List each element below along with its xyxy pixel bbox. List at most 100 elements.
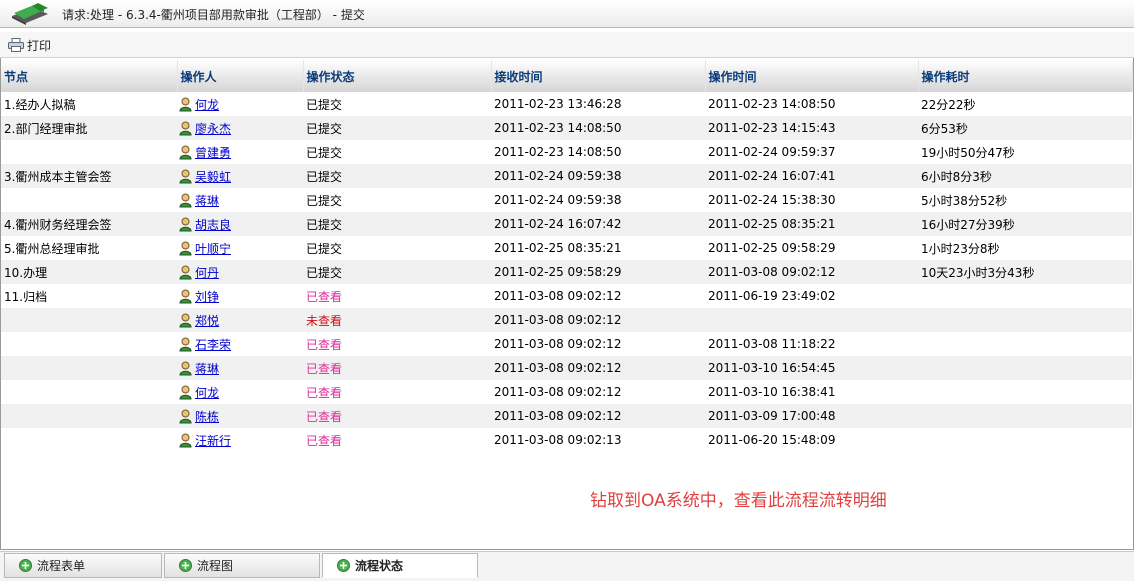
cell-operator: 吴毅虹 [177, 164, 303, 188]
book-logo-icon [12, 3, 48, 25]
column-header-duration[interactable]: 操作耗时 [918, 60, 1133, 92]
cell-operator: 胡志良 [177, 212, 303, 236]
cell-duration: 6小时8分3秒 [918, 164, 1132, 188]
column-header-received-time[interactable]: 接收时间 [491, 60, 706, 92]
cell-operation-time: 2011-02-24 16:07:41 [705, 164, 918, 188]
cell-received-time: 2011-03-08 09:02:12 [494, 385, 622, 399]
user-icon [179, 409, 192, 423]
cell-node: 2.部门经理审批 [1, 116, 177, 140]
tab-label: 流程状态 [355, 559, 404, 573]
operator-link[interactable]: 何龙 [195, 96, 219, 113]
operator-link[interactable]: 蒋琳 [195, 360, 219, 377]
cell-node [1, 140, 177, 164]
cell-node [1, 380, 177, 404]
user-icon [179, 337, 192, 351]
annotation-text: 钻取到OA系统中，查看此流程流转明细 [590, 491, 887, 511]
plus-circle-icon [179, 559, 192, 572]
tab-process-status[interactable]: 流程状态 [322, 553, 478, 578]
cell-operation-time: 2011-03-10 16:54:45 [705, 356, 918, 380]
user-icon [179, 313, 192, 327]
table-row: 2.部门经理审批 廖永杰 已提交 2011-02-23 14:08:50 2011-02… [1, 116, 1132, 140]
cell-operator: 蒋琳 [177, 188, 303, 212]
operator-link[interactable]: 何龙 [195, 384, 219, 401]
cell-status: 已提交 [303, 260, 491, 284]
cell-duration [918, 332, 1132, 356]
cell-operation-time: 2011-02-23 14:15:43 [705, 116, 918, 140]
cell-duration [918, 308, 1132, 332]
cell-operation-time [705, 308, 918, 332]
cell-status: 已查看 [306, 337, 343, 352]
table-row: 蒋琳 已查看 2011-03-08 09:02:12 2011-03-10 16:54… [1, 356, 1132, 380]
column-header-node[interactable]: 节点 [1, 60, 178, 92]
cell-duration: 22分22秒 [921, 97, 976, 112]
user-icon [179, 97, 192, 111]
cell-operation-time: 2011-02-25 08:35:21 [705, 212, 918, 236]
cell-status: 已提交 [303, 212, 491, 236]
cell-node [1, 356, 177, 380]
table-row: 4.衢州财务经理会签 胡志良 已提交 2011-02-24 16:07:42 2011-… [1, 212, 1132, 236]
operator-link[interactable]: 胡志良 [195, 216, 231, 233]
operator-link[interactable]: 刘铮 [195, 288, 219, 305]
operator-link[interactable]: 蒋琳 [195, 192, 219, 209]
tab-label: 流程表单 [37, 559, 86, 573]
operator-link[interactable]: 廖永杰 [195, 120, 231, 137]
user-icon [179, 217, 192, 231]
table-row: 1.经办人拟稿 何龙 已提交 2011-02-23 13:46:28 2011-02-2… [1, 92, 1132, 116]
column-header-status[interactable]: 操作状态 [303, 60, 492, 92]
cell-node: 10.办理 [1, 260, 177, 284]
cell-received-time: 2011-02-24 09:59:38 [491, 164, 705, 188]
operator-link[interactable]: 叶顺宁 [195, 240, 231, 257]
cell-duration [918, 284, 1132, 308]
column-header-operation-time[interactable]: 操作时间 [705, 60, 919, 92]
cell-status: 已提交 [306, 193, 343, 208]
title-bar: 请求:处理 - 6.3.4-衢州项目部用款审批（工程部） - 提交 [0, 0, 1134, 28]
user-icon [179, 169, 192, 183]
print-button[interactable]: 打印 [8, 36, 51, 54]
cell-status: 已查看 [303, 356, 491, 380]
cell-duration: 16小时27分39秒 [918, 212, 1132, 236]
cell-duration [918, 404, 1132, 428]
cell-node [1, 308, 177, 332]
operator-link[interactable]: 石李荣 [195, 336, 231, 353]
cell-node [1, 332, 177, 356]
table-row: 郑悦 未查看 2011-03-08 09:02:12 [1, 308, 1132, 332]
cell-operation-time: 2011-02-24 15:38:30 [708, 193, 836, 207]
cell-received-time: 2011-03-08 09:02:12 [491, 356, 705, 380]
cell-status: 已查看 [303, 404, 491, 428]
column-header-operator[interactable]: 操作人 [177, 60, 304, 92]
cell-operation-time: 2011-02-24 09:59:37 [708, 145, 836, 159]
print-label: 打印 [27, 38, 52, 53]
operator-link[interactable]: 陈栋 [195, 408, 219, 425]
cell-status: 已提交 [303, 164, 491, 188]
operator-link[interactable]: 吴毅虹 [195, 168, 231, 185]
cell-node: 5.衢州总经理审批 [4, 241, 100, 256]
table-row: 5.衢州总经理审批 叶顺宁 已提交 2011-02-25 08:35:21 2011-0… [1, 236, 1132, 260]
cell-status: 已查看 [306, 385, 343, 400]
tab-process-chart[interactable]: 流程图 [164, 553, 320, 578]
cell-operation-time: 2011-02-25 09:58:29 [708, 241, 836, 255]
operator-link[interactable]: 郑悦 [195, 312, 219, 329]
cell-duration [918, 380, 1132, 404]
plus-circle-icon [337, 559, 350, 572]
cell-received-time: 2011-02-23 14:08:50 [491, 116, 705, 140]
cell-operator: 廖永杰 [177, 116, 303, 140]
cell-operation-time: 2011-02-23 14:08:50 [708, 97, 836, 111]
table-row: 石李荣 已查看 2011-03-08 09:02:12 2011-03-08 11:1… [1, 332, 1132, 356]
user-icon [179, 361, 192, 375]
cell-operator: 郑悦 [177, 308, 303, 332]
cell-node: 3.衢州成本主管会签 [1, 164, 177, 188]
operator-link[interactable]: 汪新行 [195, 432, 231, 449]
user-icon [179, 385, 192, 399]
user-icon [179, 433, 192, 447]
operator-link[interactable]: 何丹 [195, 264, 219, 281]
operator-link[interactable]: 曾建勇 [195, 144, 231, 161]
tab-process-form[interactable]: 流程表单 [4, 553, 162, 578]
cell-received-time: 2011-03-08 09:02:13 [494, 433, 622, 447]
cell-status: 未查看 [303, 308, 491, 332]
cell-node: 4.衢州财务经理会签 [1, 212, 177, 236]
cell-duration: 1小时23分8秒 [921, 241, 1000, 256]
cell-operation-time: 2011-03-10 16:38:41 [708, 385, 836, 399]
printer-icon [8, 38, 24, 52]
table-row: 汪新行 已查看 2011-03-08 09:02:13 2011-06-20 15:4… [1, 428, 1132, 452]
cell-operator: 何丹 [177, 260, 303, 284]
